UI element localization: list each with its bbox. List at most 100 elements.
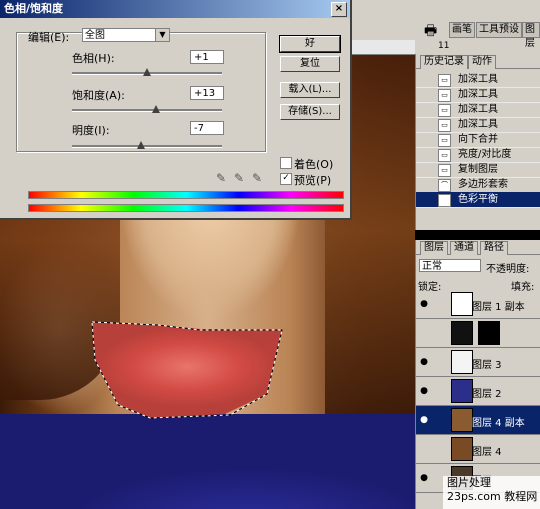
eye-icon[interactable] xyxy=(418,327,430,339)
history-item-label: 亮度/对比度 xyxy=(458,149,512,160)
eyedropper-plus-icon[interactable]: ✎ xyxy=(234,171,244,185)
load-button[interactable]: 载入(L)... xyxy=(280,82,340,98)
layer-row[interactable]: ● 图层 1 副本 xyxy=(416,290,540,319)
history-item[interactable]: ▭ 加深工具 xyxy=(416,72,540,88)
layers-panel: 图层 通道 路径 正常 不透明度: 锁定: 填充: ● 图层 1 副本 ● 图层 3 ●… xyxy=(415,240,540,509)
history-item-label: 加深工具 xyxy=(458,74,498,85)
history-item-label: 加深工具 xyxy=(458,104,498,115)
layer-row[interactable]: ● 图层 2 xyxy=(416,377,540,406)
lightness-slider-track[interactable] xyxy=(72,145,222,148)
layer-row[interactable]: ● 图层 4 副本 xyxy=(416,406,540,435)
eye-icon[interactable] xyxy=(418,443,430,455)
history-item-label: 向下合并 xyxy=(458,134,498,145)
ok-button[interactable]: 好 xyxy=(279,35,341,53)
colorize-checkbox[interactable] xyxy=(280,157,292,169)
layer-name: 图层 2 xyxy=(472,389,502,400)
watermark-line2: 23ps.com 教程网 xyxy=(447,490,538,503)
history-panel: 历史记录 动作 ▭ 加深工具 ▭ 加深工具 ▭ 加深工具 ▭ 加深工具 ▭ 向下合并 ▭ 亮度/对比度… xyxy=(415,54,540,230)
history-item-label: 色彩平衡 xyxy=(458,194,498,205)
blend-mode-dropdown[interactable]: 正常 xyxy=(419,259,481,272)
layer-thumbnail xyxy=(451,321,473,345)
history-item-label: 加深工具 xyxy=(458,119,498,130)
hue-input[interactable]: +1 xyxy=(190,50,224,64)
watermark: 图片处理 23ps.com 教程网 xyxy=(443,476,540,509)
hue-slider-thumb[interactable] xyxy=(143,68,151,76)
saturation-input[interactable]: +13 xyxy=(190,86,224,100)
eye-icon[interactable]: ● xyxy=(418,356,430,368)
history-step-icon: ▭ xyxy=(438,104,451,117)
tab-actions[interactable]: 动作 xyxy=(468,55,496,69)
tab-channels[interactable]: 通道 xyxy=(450,241,478,255)
watermark-line1: 图片处理 xyxy=(447,476,491,489)
edit-dropdown-value: 全图 xyxy=(85,30,105,41)
tab-layers-top[interactable]: 图层 xyxy=(522,22,540,49)
reset-button[interactable]: 复位 xyxy=(280,56,340,72)
eyedropper-icon[interactable]: ✎ xyxy=(216,171,226,185)
history-step-icon: ▭ xyxy=(438,134,451,147)
history-item-label: 加深工具 xyxy=(458,89,498,100)
saturation-slider-track[interactable] xyxy=(72,109,222,112)
history-item[interactable]: ▭ 复制图层 xyxy=(416,162,540,178)
tab-brushes[interactable]: 画笔 xyxy=(449,22,475,38)
eye-icon[interactable]: ● xyxy=(418,298,430,310)
tab-paths[interactable]: 路径 xyxy=(480,241,508,255)
preview-label: 预览(P) xyxy=(294,174,332,187)
chevron-down-icon: ▼ xyxy=(155,29,169,41)
layer-row[interactable]: ● 图层 3 xyxy=(416,348,540,377)
history-step-icon: ▭ xyxy=(438,164,451,177)
lightness-label: 明度(I): xyxy=(72,124,110,137)
layer-row[interactable] xyxy=(416,319,540,348)
eyedropper-minus-icon[interactable]: ✎ xyxy=(252,171,262,185)
hue-label: 色相(H): xyxy=(72,52,115,65)
history-step-icon: ▭ xyxy=(438,119,451,132)
history-item[interactable]: ⌒ 多边形套索 xyxy=(416,177,540,193)
history-item[interactable]: ▭ 加深工具 xyxy=(416,102,540,118)
layer-name: 图层 3 xyxy=(472,360,502,371)
edit-dropdown[interactable]: 全图 ▼ xyxy=(82,28,170,42)
lasso-icon: ⌒ xyxy=(438,179,451,192)
history-item[interactable]: ▭ 亮度/对比度 xyxy=(416,147,540,163)
layer-name: 图层 4 副本 xyxy=(472,418,525,429)
layer-name: 图层 1 副本 xyxy=(472,302,525,313)
edit-label: 编辑(E): xyxy=(28,31,70,44)
history-item[interactable]: ▭ 色彩平衡 xyxy=(416,192,540,208)
layer-mask-thumbnail xyxy=(478,321,500,345)
lightness-slider-thumb[interactable] xyxy=(137,141,145,149)
preview-checkbox[interactable]: ✓ xyxy=(280,173,292,185)
blend-mode-value: 正常 xyxy=(422,261,442,272)
history-item[interactable]: ▭ 加深工具 xyxy=(416,87,540,103)
eye-icon[interactable]: ● xyxy=(418,385,430,397)
hue-saturation-dialog: 色相/饱和度 × 编辑(E): 全图 ▼ 色相(H): +1 饱和度(A): +… xyxy=(0,0,352,220)
history-step-icon: ▭ xyxy=(438,89,451,102)
ruler-label: 11 xyxy=(438,41,450,51)
adjustment-group xyxy=(16,32,266,152)
tab-tool-presets[interactable]: 工具预设 xyxy=(476,22,522,38)
history-tabs: 历史记录 动作 xyxy=(416,54,540,69)
layer-thumbnail xyxy=(451,408,473,432)
hue-spectrum-bar xyxy=(28,191,344,199)
eye-icon[interactable]: ● xyxy=(418,414,430,426)
history-step-icon: ▭ xyxy=(438,149,451,162)
dialog-title: 色相/饱和度 xyxy=(4,2,64,15)
saturation-label: 饱和度(A): xyxy=(72,89,125,102)
history-item[interactable]: ▭ 加深工具 xyxy=(416,117,540,133)
tab-history[interactable]: 历史记录 xyxy=(420,55,468,69)
adjusted-spectrum-bar xyxy=(28,204,344,212)
layer-row[interactable]: 图层 4 xyxy=(416,435,540,464)
opacity-label: 不透明度: xyxy=(486,264,530,275)
saturation-slider-thumb[interactable] xyxy=(152,105,160,113)
layer-thumbnail xyxy=(451,379,473,403)
save-button[interactable]: 存储(S)... xyxy=(280,104,340,120)
printer-icon[interactable]: 🖶 xyxy=(424,20,437,44)
tab-layers[interactable]: 图层 xyxy=(420,241,448,255)
colorize-label: 着色(O) xyxy=(294,158,334,171)
history-step-icon: ▭ xyxy=(438,74,451,87)
eye-icon[interactable]: ● xyxy=(418,472,430,484)
layer-thumbnail xyxy=(451,350,473,374)
lightness-input[interactable]: -7 xyxy=(190,121,224,135)
close-button[interactable]: × xyxy=(331,2,347,17)
history-item[interactable]: ▭ 向下合并 xyxy=(416,132,540,148)
layers-tabs: 图层 通道 路径 xyxy=(416,240,540,255)
history-item-label: 多边形套索 xyxy=(458,179,508,190)
dialog-titlebar[interactable]: 色相/饱和度 × xyxy=(0,0,350,18)
